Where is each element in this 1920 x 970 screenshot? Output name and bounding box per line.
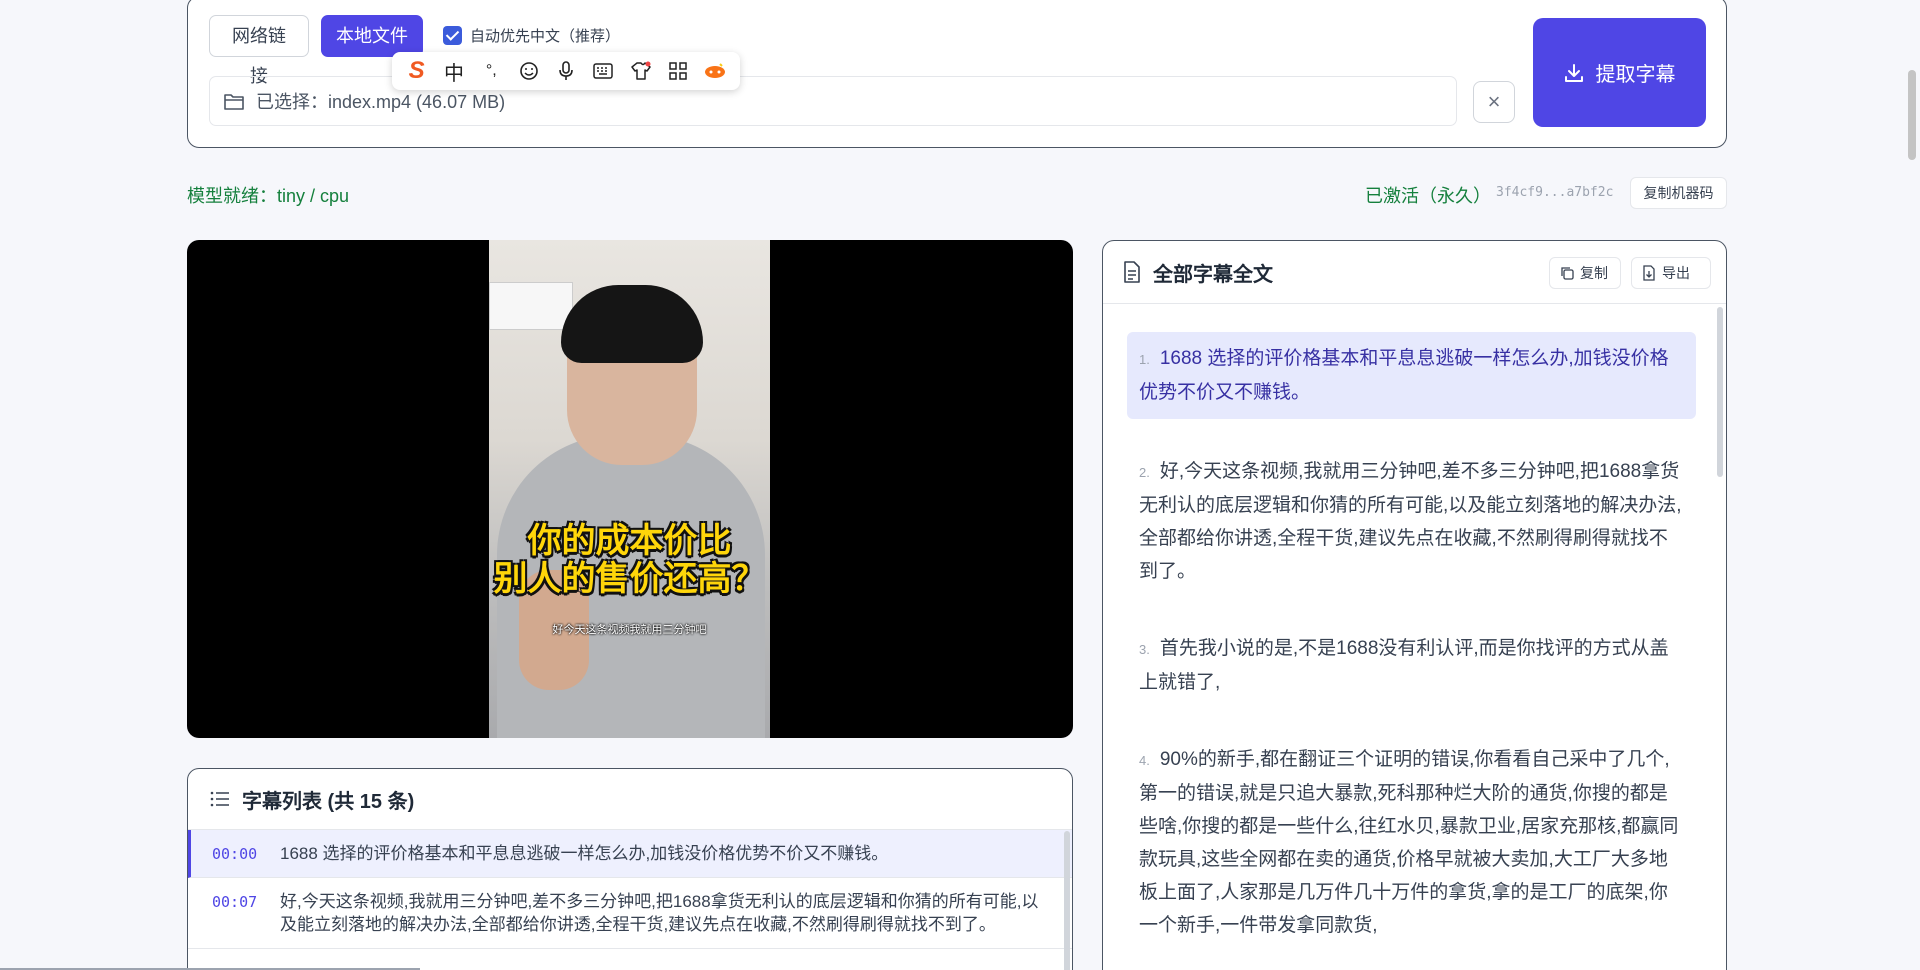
- keyboard-icon[interactable]: [588, 56, 618, 86]
- copy-label: 复制: [1580, 265, 1608, 281]
- subtitle-row[interactable]: 00:00 1688 选择的评价格基本和平息息逃破一样怎么办,加钱没价格优势不价…: [188, 830, 1072, 878]
- ime-toolbar: S 中 °,: [392, 52, 740, 90]
- subtitle-text: 好,今天这条视频,我就用三分钟吧,差不多三分钟吧,把1688拿货无利认的底层逻辑…: [280, 892, 1039, 934]
- paragraph-text: 90%的新手,都在翻证三个证明的错误,你看看自己采中了几个,第一的错误,就是只追…: [1139, 749, 1679, 936]
- auto-chinese-option[interactable]: 自动优先中文（推荐）: [443, 25, 620, 46]
- ime-punct-toggle[interactable]: °,: [476, 56, 506, 86]
- tab-network-link[interactable]: 网络链接: [209, 15, 309, 86]
- full-text-title: 全部字幕全文: [1153, 263, 1273, 286]
- subtitle-list-title: 字幕列表 (共 15 条): [242, 790, 415, 813]
- skin-icon[interactable]: [626, 56, 656, 86]
- clear-file-button[interactable]: ×: [1473, 81, 1515, 123]
- paragraph-number: 3.: [1139, 642, 1150, 657]
- export-icon: [1643, 265, 1655, 281]
- machine-code: 3f4cf9...a7bf2c: [1496, 185, 1614, 200]
- paragraph-text: 好,今天这条视频,我就用三分钟吧,差不多三分钟吧,把1688拿货无利认的底层逻辑…: [1139, 461, 1682, 582]
- auto-chinese-checkbox[interactable]: [443, 26, 462, 45]
- list-icon: [210, 791, 229, 807]
- full-text-paragraph[interactable]: 3. 首先我小说的是,不是1688没有利认评,而是你找评的方式从盖上就错了,: [1127, 624, 1696, 707]
- mic-icon[interactable]: [551, 56, 581, 86]
- subtitle-row[interactable]: 00:07 好,今天这条视频,我就用三分钟吧,差不多三分钟吧,把1688拿货无利…: [188, 878, 1072, 949]
- emoji-icon[interactable]: [514, 56, 544, 86]
- ime-logo-icon[interactable]: S: [402, 56, 432, 86]
- video-player[interactable]: 你的成本价比 别人的售价还高？ 好今天这条视频我就用三分钟吧: [187, 240, 1073, 738]
- paragraph-text: 首先我小说的是,不是1688没有利认评,而是你找评的方式从盖上就错了,: [1139, 638, 1669, 693]
- subtitle-text: 1688 选择的评价格基本和平息息逃破一样怎么办,加钱没价格优势不价又不赚钱。: [280, 844, 889, 863]
- page-scrollbar[interactable]: [1908, 70, 1916, 160]
- game-icon[interactable]: [700, 56, 730, 86]
- grid-icon[interactable]: [663, 56, 693, 86]
- extract-subtitles-button[interactable]: 提取字幕: [1533, 18, 1706, 127]
- model-status: 模型就绪：tiny / cpu: [187, 186, 350, 206]
- subtitle-time: 00:00: [212, 845, 258, 863]
- person-hair: [561, 285, 703, 363]
- full-text-header: 全部字幕全文 复制 导出: [1103, 241, 1726, 304]
- full-text-paragraph[interactable]: 4. 90%的新手,都在翻证三个证明的错误,你看看自己采中了几个,第一的错误,就是…: [1127, 735, 1696, 950]
- paragraph-text: 1688 选择的评价格基本和平息息逃破一样怎么办,加钱没价格优势不价又不赚钱。: [1139, 348, 1669, 403]
- subtitle-list-panel: 字幕列表 (共 15 条) 00:00 1688 选择的评价格基本和平息息逃破一…: [187, 768, 1073, 970]
- video-caption-large: 你的成本价比 别人的售价还高？: [489, 522, 770, 598]
- activation-status: 已激活（永久）: [1365, 186, 1491, 206]
- selected-file-text: 已选择：index.mp4 (46.07 MB): [256, 92, 506, 112]
- paragraph-number: 2.: [1139, 465, 1150, 480]
- document-icon: [1124, 261, 1140, 283]
- copy-icon: [1561, 267, 1574, 280]
- export-button[interactable]: 导出: [1631, 257, 1711, 289]
- full-text-scrollbar[interactable]: [1717, 307, 1723, 477]
- copy-all-button[interactable]: 复制: [1549, 257, 1621, 289]
- extract-label: 提取字幕: [1595, 64, 1676, 86]
- copy-machine-code-button[interactable]: 复制机器码: [1630, 177, 1727, 209]
- folder-icon: [224, 94, 244, 110]
- caption-line-1: 你的成本价比: [527, 521, 732, 561]
- full-text-body: 1. 1688 选择的评价格基本和平息息逃破一样怎么办,加钱没价格优势不价又不赚钱…: [1103, 304, 1726, 950]
- auto-chinese-label: 自动优先中文（推荐）: [470, 28, 621, 45]
- video-caption-small: 好今天这条视频我就用三分钟吧: [552, 624, 707, 636]
- full-text-panel: 全部字幕全文 复制 导出 1. 1688 选择的评价格基本和平息息逃破一样怎么办,…: [1102, 240, 1727, 970]
- video-frame: 你的成本价比 别人的售价还高？ 好今天这条视频我就用三分钟吧: [489, 240, 770, 738]
- ime-mode-toggle[interactable]: 中: [439, 56, 469, 86]
- paragraph-number: 4.: [1139, 753, 1150, 768]
- export-label: 导出: [1662, 265, 1690, 281]
- full-text-paragraph[interactable]: 2. 好,今天这条视频,我就用三分钟吧,差不多三分钟吧,把1688拿货无利认的底层…: [1127, 447, 1696, 596]
- download-icon: [1564, 63, 1583, 82]
- caption-line-2: 别人的售价还高？: [493, 559, 766, 599]
- subtitle-list-header: 字幕列表 (共 15 条): [188, 769, 1072, 830]
- subtitle-time: 00:07: [212, 893, 258, 911]
- close-icon: ×: [1487, 89, 1501, 114]
- subtitle-list-scrollbar[interactable]: [1064, 831, 1070, 970]
- full-text-paragraph[interactable]: 1. 1688 选择的评价格基本和平息息逃破一样怎么办,加钱没价格优势不价又不赚钱…: [1127, 332, 1696, 419]
- paragraph-number: 1.: [1139, 352, 1150, 367]
- background-ac-unit: [489, 282, 573, 330]
- tab-local-file[interactable]: 本地文件: [321, 15, 423, 57]
